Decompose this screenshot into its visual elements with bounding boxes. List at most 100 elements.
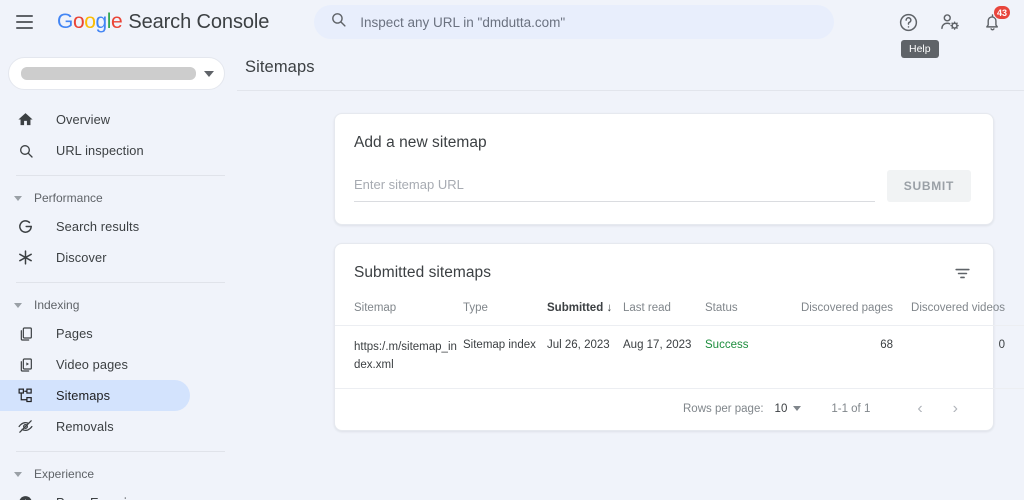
column-header-menu [1011, 298, 1024, 326]
home-icon [16, 110, 35, 129]
sort-descending-icon: ↓ [606, 302, 613, 314]
column-header-status[interactable]: Status [705, 298, 787, 326]
page-experience-icon [16, 493, 35, 500]
sidebar-item-video-pages[interactable]: Video pages [0, 349, 190, 380]
notifications-bell-icon[interactable]: 43 [980, 5, 1011, 34]
sidebar-item-sitemaps[interactable]: Sitemaps [0, 380, 190, 411]
sidebar-section-performance[interactable]: Performance [0, 185, 237, 211]
sidebar-item-search-results[interactable]: Search results [0, 211, 190, 242]
search-icon [16, 141, 35, 160]
notifications-badge: 43 [992, 5, 1011, 20]
column-header-discovered-videos[interactable]: Discovered videos [899, 298, 1011, 326]
app-body: Overview URL inspection Performance Sear… [0, 44, 1024, 500]
sidebar-divider [16, 175, 225, 176]
column-header-discovered-pages[interactable]: Discovered pages [787, 298, 899, 326]
top-bar: Google Search Console Inspect any URL in… [0, 0, 1024, 58]
column-header-last-read[interactable]: Last read [623, 298, 705, 326]
submit-button[interactable]: SUBMIT [886, 170, 971, 202]
pages-icon [16, 324, 35, 343]
brand-logo: Google Search Console [57, 10, 269, 34]
sitemap-url-input[interactable] [354, 177, 875, 192]
search-console-app: Google Search Console Inspect any URL in… [0, 0, 1024, 500]
discover-asterisk-icon [16, 248, 35, 267]
next-page-button[interactable]: › [938, 400, 973, 417]
submitted-sitemaps-title: Submitted sitemaps [354, 264, 492, 281]
sidebar-item-overview[interactable]: Overview [0, 104, 190, 135]
add-sitemap-card: Add a new sitemap SUBMIT [334, 113, 994, 225]
sidebar-divider [16, 451, 225, 452]
sidebar-item-label: Removals [56, 419, 114, 434]
help-tooltip: Help [901, 40, 939, 58]
sidebar-item-label: Search results [56, 219, 140, 234]
page-title: Sitemaps [245, 57, 315, 76]
sidebar: Overview URL inspection Performance Sear… [0, 44, 237, 500]
cell-row-menu [1011, 325, 1024, 389]
search-box[interactable] [314, 5, 835, 39]
sidebar-section-label: Experience [34, 467, 95, 481]
chevron-down-icon [204, 70, 214, 77]
sidebar-item-label: Pages [56, 326, 93, 341]
help-circle-icon[interactable] [896, 10, 920, 34]
cell-discovered-pages: 68 [787, 325, 899, 389]
cell-sitemap[interactable]: https:/.m/sitemap_index.xml [335, 325, 463, 389]
content-area: Add a new sitemap SUBMIT Submitted sitem… [237, 91, 1024, 500]
eye-off-icon [16, 417, 35, 436]
cell-status: Success [705, 325, 787, 389]
sidebar-item-label: Video pages [56, 357, 129, 372]
add-sitemap-title: Add a new sitemap [354, 134, 487, 151]
sidebar-item-label: Sitemaps [56, 388, 111, 403]
cell-submitted: Jul 26, 2023 [547, 325, 623, 389]
sidebar-item-discover[interactable]: Discover [0, 242, 190, 273]
column-header-sitemap[interactable]: Sitemap [335, 298, 463, 326]
main-content: Sitemaps Add a new sitemap SUBMIT [237, 44, 1024, 500]
property-selector[interactable] [8, 57, 225, 90]
triangle-down-icon [14, 471, 22, 477]
triangle-down-icon [14, 195, 22, 201]
sidebar-section-label: Performance [34, 191, 103, 205]
rows-per-page-label: Rows per page: [683, 402, 764, 415]
sidebar-section-label: Indexing [34, 298, 80, 312]
cell-last-read: Aug 17, 2023 [623, 325, 705, 389]
sidebar-item-label: Discover [56, 250, 107, 265]
sidebar-item-label: Overview [56, 112, 111, 127]
filter-icon[interactable] [951, 262, 973, 284]
sidebar-section-indexing[interactable]: Indexing [0, 292, 237, 318]
sitemaps-table: Sitemap Type Submitted ↓ Last read Statu… [335, 298, 1024, 389]
sidebar-item-removals[interactable]: Removals [0, 411, 190, 442]
table-pagination: Rows per page: 10 1-1 of 1 ‹ › [335, 389, 993, 430]
sidebar-item-label: URL inspection [56, 143, 144, 158]
submitted-sitemaps-card: Submitted sitemaps Sitemap Type Submitte… [334, 243, 1024, 431]
column-header-submitted[interactable]: Submitted ↓ [547, 298, 623, 326]
search-container [314, 5, 835, 39]
property-name-redacted [21, 67, 196, 80]
hamburger-menu-icon[interactable] [16, 10, 40, 34]
sitemaps-hierarchy-icon [16, 386, 35, 405]
google-g-icon [16, 217, 35, 236]
sidebar-item-pages[interactable]: Pages [0, 318, 190, 349]
sidebar-item-url-inspection[interactable]: URL inspection [0, 135, 190, 166]
triangle-down-icon [14, 302, 22, 308]
video-pages-icon [16, 355, 35, 374]
sidebar-divider [16, 282, 225, 283]
top-bar-icons: 43 [896, 5, 1011, 34]
sidebar-item-label: Page Experience [56, 495, 155, 500]
cell-type: Sitemap index [463, 325, 547, 389]
table-row[interactable]: https:/.m/sitemap_index.xml Sitemap inde… [335, 325, 1024, 389]
sidebar-item-page-experience[interactable]: Page Experience [0, 487, 190, 500]
sidebar-section-experience[interactable]: Experience [0, 461, 237, 487]
previous-page-button[interactable]: ‹ [902, 400, 937, 417]
chevron-down-icon[interactable] [793, 406, 802, 412]
account-settings-icon[interactable] [938, 10, 962, 34]
column-header-submitted-label: Submitted [547, 302, 604, 314]
google-logo: Google [57, 10, 123, 33]
rows-per-page-value[interactable]: 10 [775, 403, 788, 415]
cell-discovered-videos: 0 [899, 325, 1011, 389]
column-header-type[interactable]: Type [463, 298, 547, 326]
sitemap-url-field[interactable] [354, 176, 875, 202]
search-icon [330, 11, 347, 33]
pagination-range: 1-1 of 1 [831, 402, 871, 415]
search-input[interactable] [360, 14, 819, 30]
product-name: Search Console [128, 11, 270, 33]
table-header-row: Sitemap Type Submitted ↓ Last read Statu… [335, 298, 1024, 326]
add-sitemap-row: SUBMIT [354, 170, 971, 202]
